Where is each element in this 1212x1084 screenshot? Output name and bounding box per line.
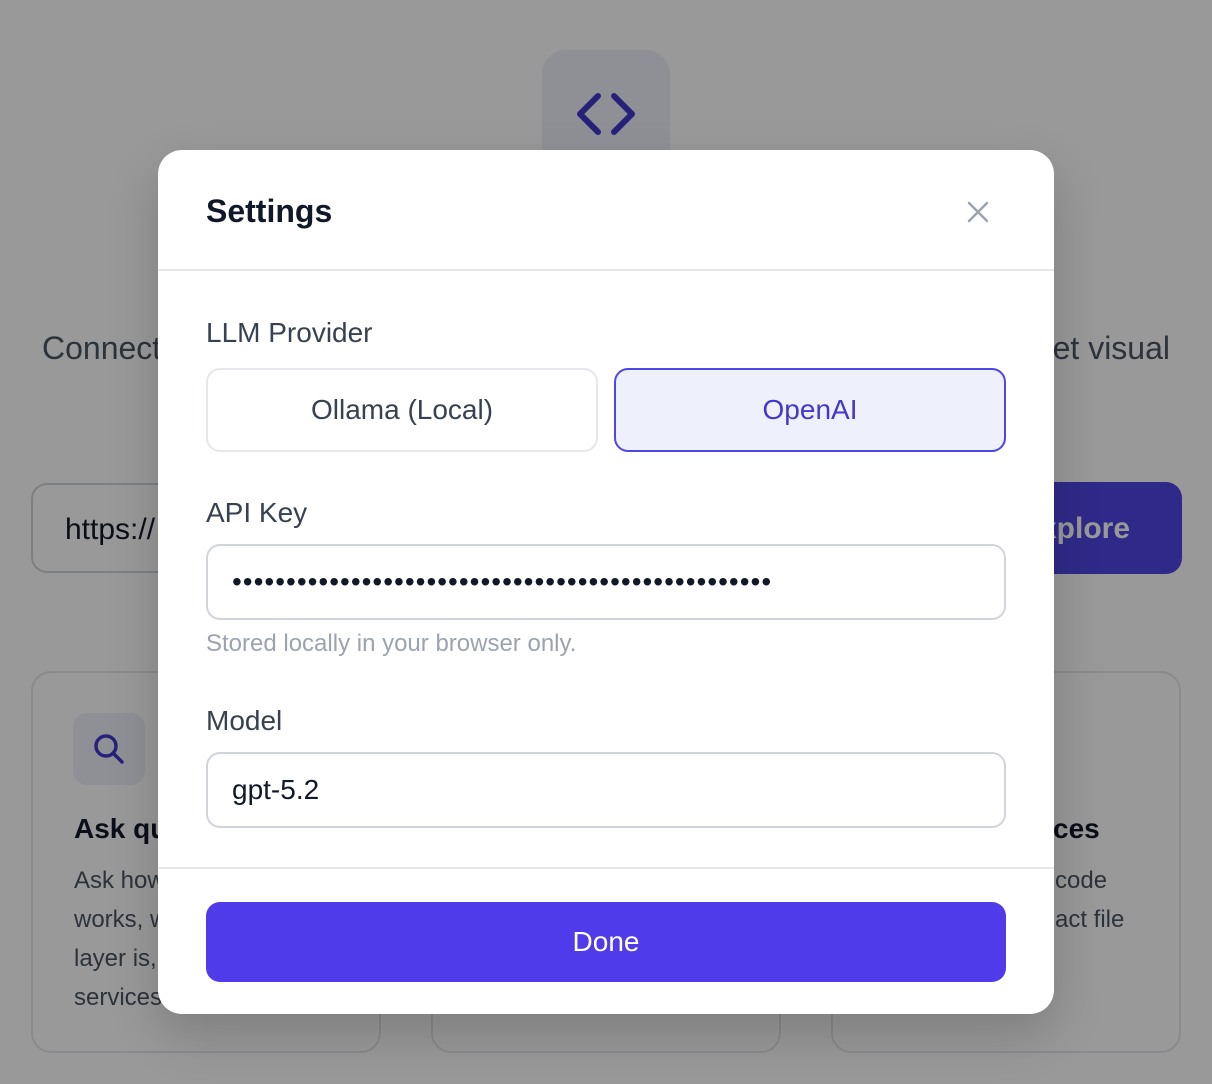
model-label: Model: [206, 705, 283, 736]
modal-header: Settings: [158, 150, 1054, 271]
model-value: gpt-5.2: [232, 774, 320, 805]
close-button[interactable]: [958, 192, 998, 232]
modal-footer: Done: [158, 867, 1054, 1014]
modal-title: Settings: [206, 193, 333, 229]
close-icon: [967, 201, 989, 223]
provider-openai-button[interactable]: OpenAI: [614, 368, 1006, 452]
model-field[interactable]: gpt-5.2: [206, 752, 1006, 828]
provider-ollama-button[interactable]: Ollama (Local): [206, 368, 598, 452]
api-key-hint: Stored locally in your browser only.: [206, 630, 577, 657]
done-button[interactable]: Done: [206, 902, 1006, 982]
api-key-label: API Key: [206, 497, 308, 528]
api-key-field[interactable]: ••••••••••••••••••••••••••••••••••••••••…: [206, 544, 1006, 620]
api-key-masked-value: ••••••••••••••••••••••••••••••••••••••••…: [232, 566, 773, 597]
llm-provider-label: LLM Provider: [206, 317, 373, 348]
settings-modal: Settings LLM Provider Ollama (Local) Ope…: [158, 150, 1054, 1014]
